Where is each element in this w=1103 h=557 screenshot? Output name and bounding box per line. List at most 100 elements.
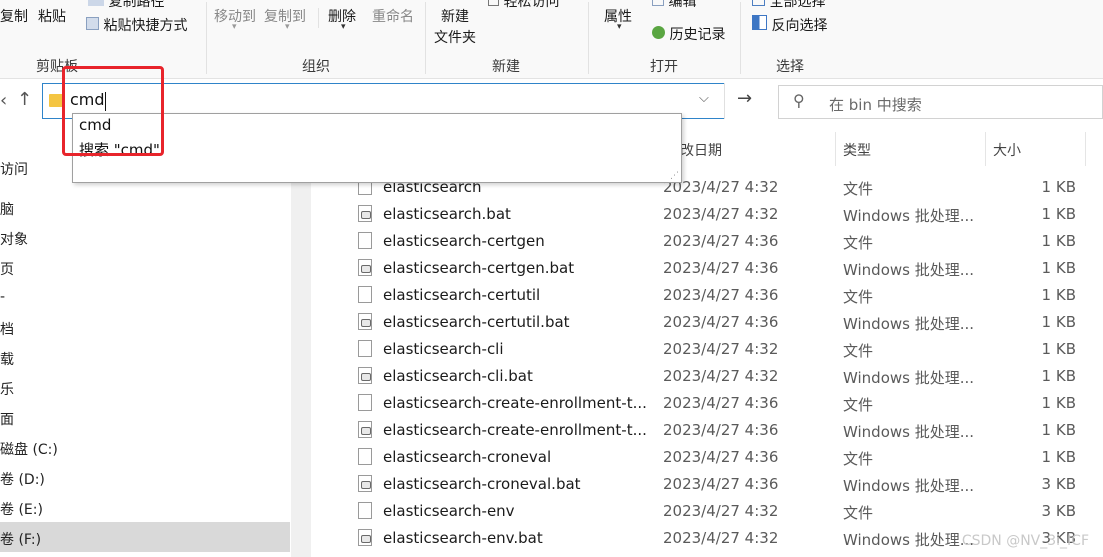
copy-path-button[interactable]: 复制路径 [88, 0, 164, 11]
file-size: 3 KB [1041, 502, 1076, 520]
nav-item-drive-f[interactable]: 卷 (F:) [0, 529, 41, 549]
file-type: 文件 [843, 180, 874, 198]
file-row[interactable]: elasticsearch-env 2023/4/27 4:32 文件 3 KB [312, 498, 1103, 525]
nav-item-this-pc[interactable]: 脑 [0, 199, 14, 219]
column-divider [985, 132, 986, 166]
file-row[interactable]: elasticsearch-croneval.bat 2023/4/27 4:36… [312, 471, 1103, 498]
edit-button[interactable]: 编辑 [652, 0, 696, 11]
bat-file-icon [358, 367, 372, 384]
file-name: elasticsearch-create-enrollment-t... [383, 421, 647, 439]
resize-grip-icon[interactable]: ⋰ [670, 171, 679, 181]
file-row[interactable]: elasticsearch-croneval 2023/4/27 4:36 文件 1 … [312, 444, 1103, 471]
column-header-type[interactable]: 类型 [843, 140, 871, 172]
file-size: 1 KB [1041, 448, 1076, 466]
file-size: 1 KB [1041, 286, 1076, 304]
file-row[interactable]: elasticsearch-create-enrollment-t... 2023… [312, 390, 1103, 417]
column-header-date[interactable]: 改日期 [680, 140, 722, 172]
file-icon [358, 502, 372, 519]
file-type: Windows 批处理... [843, 477, 975, 495]
file-type: 文件 [843, 450, 874, 468]
back-arrow-icon[interactable]: ‹ [0, 90, 7, 111]
nav-item-quick-access[interactable]: 访问 [0, 159, 28, 179]
nav-item-videos[interactable]: 页 [0, 259, 14, 279]
nav-item-3d-objects[interactable]: 对象 [0, 229, 28, 249]
nav-item-drive-e[interactable]: 卷 (E:) [0, 499, 43, 519]
copy-to-chevron-icon: ▾ [285, 22, 290, 32]
select-all-button[interactable]: 全部选择 [752, 0, 825, 11]
file-icon [358, 340, 372, 357]
go-arrow-icon[interactable]: → [737, 88, 752, 109]
file-date: 2023/4/27 4:36 [663, 286, 779, 304]
file-row[interactable]: elasticsearch-certgen 2023/4/27 4:36 文件 1 K… [312, 228, 1103, 255]
up-arrow-icon[interactable]: ↑ [17, 89, 32, 110]
paste-button[interactable]: 粘贴 [38, 6, 66, 26]
rename-button[interactable]: 重命名 [372, 6, 414, 26]
file-name: elasticsearch-certgen [383, 232, 545, 250]
nav-selection-highlight [0, 522, 290, 552]
file-date: 2023/4/27 4:36 [663, 259, 779, 277]
nav-item-desktop[interactable]: 面 [0, 409, 14, 429]
file-date: 2023/4/27 4:32 [663, 502, 779, 520]
file-type: Windows 批处理... [843, 531, 975, 549]
file-size: 1 KB [1041, 421, 1076, 439]
address-divider [724, 83, 725, 119]
history-button[interactable]: 历史记录 [652, 24, 725, 44]
file-row[interactable]: elasticsearch.bat 2023/4/27 4:32 Windows 批… [312, 201, 1103, 228]
file-row[interactable]: elasticsearch-create-enrollment-t... 2023… [312, 417, 1103, 444]
file-size: 1 KB [1041, 259, 1076, 277]
nav-item-documents[interactable]: 档 [0, 319, 14, 339]
move-to-chevron-icon: ▾ [232, 22, 237, 32]
file-size: 1 KB [1041, 232, 1076, 250]
file-size: 1 KB [1041, 367, 1076, 385]
file-date: 2023/4/27 4:36 [663, 394, 779, 412]
invert-selection-icon [752, 15, 767, 30]
file-name: elasticsearch-create-enrollment-t... [383, 394, 647, 412]
nav-item-drive-c[interactable]: 磁盘 (C:) [0, 439, 58, 459]
easy-access-button[interactable]: 轻松访问 [488, 0, 559, 11]
column-divider [835, 132, 836, 166]
select-group-label: 选择 [776, 59, 804, 75]
ribbon-divider [318, 8, 319, 28]
search-box[interactable]: ⚲ 在 bin 中搜索 [778, 85, 1103, 119]
new-folder-button[interactable]: 新建 文件夹 [434, 6, 476, 47]
open-group-label: 打开 [650, 59, 678, 75]
easy-access-icon [488, 0, 499, 6]
ribbon-divider [206, 2, 207, 74]
file-name: elasticsearch-cli.bat [383, 367, 533, 385]
nav-item-music[interactable]: 乐 [0, 379, 14, 399]
nav-scrollbar[interactable] [291, 155, 311, 557]
copy-button[interactable]: 复制 [0, 6, 28, 26]
file-row[interactable]: elasticsearch-cli.bat 2023/4/27 4:32 Windo… [312, 363, 1103, 390]
file-row[interactable]: elasticsearch-certgen.bat 2023/4/27 4:36 W… [312, 255, 1103, 282]
file-row[interactable]: elasticsearch-certutil 2023/4/27 4:36 文件 1 … [312, 282, 1103, 309]
column-header-size[interactable]: 大小 [993, 140, 1021, 172]
file-type: Windows 批处理... [843, 423, 975, 441]
copy-path-icon [88, 0, 104, 6]
address-dropdown-chevron-icon[interactable]: ⌵ [699, 91, 709, 106]
nav-item-drive-d[interactable]: 卷 (D:) [0, 469, 45, 489]
bat-file-icon [358, 421, 372, 438]
bat-file-icon [358, 205, 372, 222]
ribbon-divider [425, 2, 426, 74]
file-type: Windows 批处理... [843, 261, 975, 279]
file-type: Windows 批处理... [843, 207, 975, 225]
file-type: 文件 [843, 234, 874, 252]
file-date: 2023/4/27 4:36 [663, 421, 779, 439]
file-type: Windows 批处理... [843, 315, 975, 333]
nav-item-pictures[interactable]: - [0, 289, 5, 305]
file-size: 1 KB [1041, 340, 1076, 358]
select-all-icon [752, 0, 765, 6]
paste-shortcut-button[interactable]: 粘贴快捷方式 [86, 15, 187, 35]
file-date: 2023/4/27 4:32 [663, 205, 779, 223]
file-row[interactable]: elasticsearch-cli 2023/4/27 4:32 文件 1 KB [312, 336, 1103, 363]
file-type: 文件 [843, 288, 874, 306]
invert-selection-button[interactable]: 反向选择 [752, 15, 827, 35]
watermark: CSDN @NV_3i_ICF [961, 533, 1089, 549]
file-date: 2023/4/27 4:32 [663, 367, 779, 385]
file-size: 1 KB [1041, 205, 1076, 223]
nav-item-downloads[interactable]: 载 [0, 349, 14, 369]
history-icon [652, 26, 665, 39]
file-icon [358, 394, 372, 411]
organize-group-label: 组织 [302, 59, 330, 75]
file-row[interactable]: elasticsearch-certutil.bat 2023/4/27 4:36… [312, 309, 1103, 336]
